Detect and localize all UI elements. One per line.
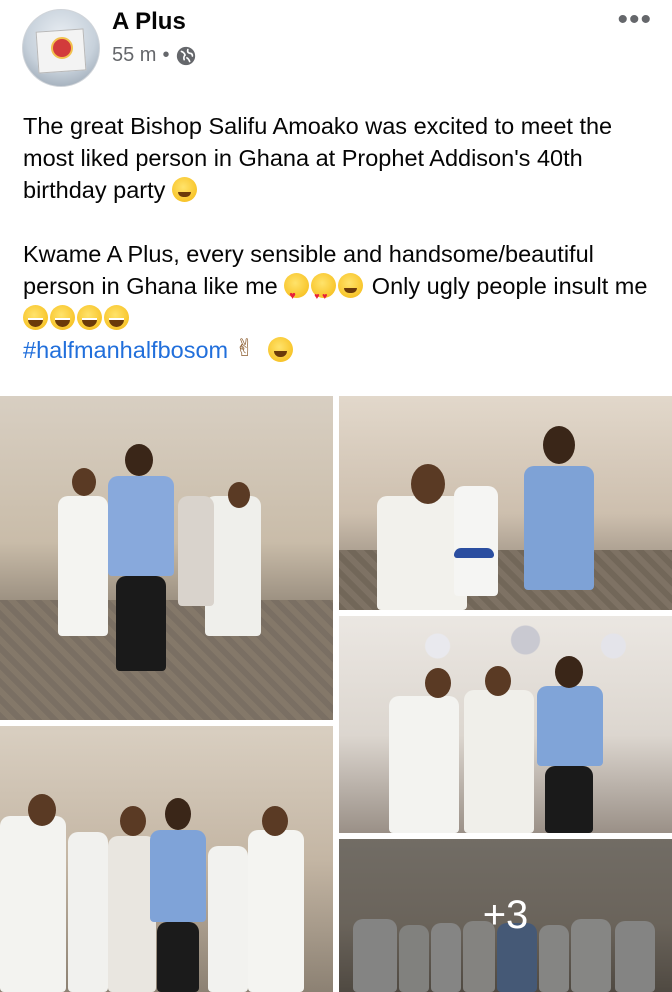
more-photos-count: +3: [482, 893, 529, 937]
tears-of-joy-emoji-icon: [77, 305, 102, 330]
photo-4[interactable]: [339, 616, 672, 833]
post-meta: 55 m •: [112, 44, 197, 67]
tears-of-joy-emoji-icon: [50, 305, 75, 330]
photo-3[interactable]: [0, 726, 333, 992]
post-time[interactable]: 55 m: [112, 44, 156, 67]
grinning-emoji-icon: [268, 337, 294, 362]
post-header: A Plus 55 m • •••: [0, 0, 672, 92]
more-icon[interactable]: •••: [617, 5, 652, 35]
post-paragraph-2: Kwame A Plus, every sensible and handsom…: [23, 238, 653, 334]
hashtag-link[interactable]: #halfmanhalfbosom: [23, 337, 228, 363]
post-text: The great Bishop Salifu Amoako was excit…: [23, 110, 653, 366]
tears-of-joy-emoji-icon: [104, 305, 129, 330]
smiling-hearts-emoji-icon: [284, 273, 310, 312]
grinning-sweat-emoji-icon: [338, 273, 364, 298]
author-name[interactable]: A Plus: [112, 8, 186, 36]
author-avatar[interactable]: [22, 9, 100, 87]
post-paragraph-3: #halfmanhalfbosom: [23, 333, 653, 366]
victory-hand-emoji-icon: [235, 333, 260, 365]
post-paragraph-1: The great Bishop Salifu Amoako was excit…: [23, 110, 653, 206]
more-photos-overlay[interactable]: +3: [339, 839, 672, 992]
grinning-sweat-emoji-icon: [171, 177, 197, 202]
heart-eyes-emoji-icon: [311, 273, 337, 312]
meta-separator: •: [162, 44, 170, 66]
avatar-seal: [51, 37, 73, 59]
tears-of-joy-emoji-icon: [23, 305, 48, 330]
para2-tail: Only ugly people insult me: [371, 273, 648, 299]
para1-text: The great Bishop Salifu Amoako was excit…: [23, 113, 613, 203]
photo-1[interactable]: [0, 396, 333, 720]
globe-icon: [177, 46, 196, 65]
photo-2[interactable]: [339, 396, 672, 610]
